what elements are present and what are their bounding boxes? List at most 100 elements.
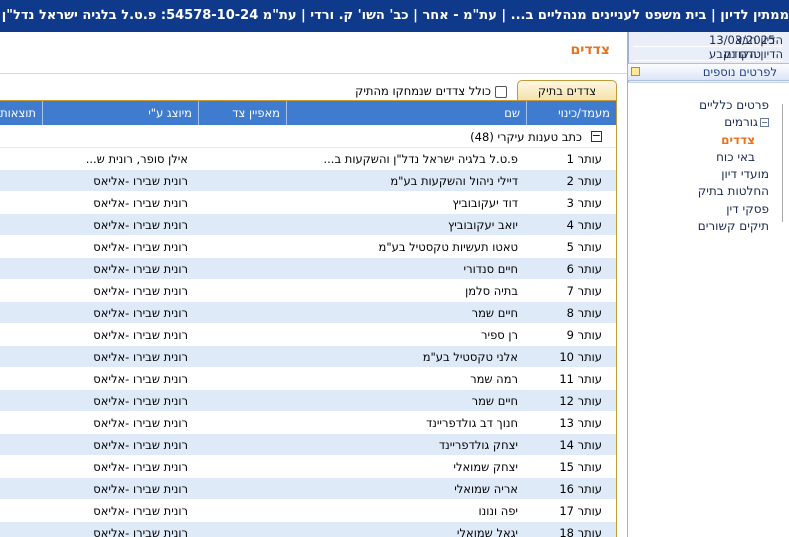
tree-item-label: באי כוח <box>716 149 755 164</box>
table-row[interactable]: עותר 2 דיילי ניהול והשקעות בע"מ רונית שביר… <box>0 170 616 192</box>
table-row[interactable]: עותר 3 דוד יעקובוביץ רונית שבירו -אליאס <box>0 192 616 214</box>
table-row[interactable]: עותר 5 טאטו תעשיות טקסטיל בע"מ רונית שבירו… <box>0 236 616 258</box>
cell-name: חיים סנדורי <box>463 262 519 276</box>
column-header-role[interactable]: מעמד/כינוי <box>526 101 616 125</box>
hearings-summary: הדיון הבא 13/03/2025 הדיון הקודם טרם נקב… <box>628 32 789 62</box>
cell-role: עותר 11 <box>559 372 602 386</box>
table-row[interactable]: עותר 11 רמה שמר רונית שבירו -אליאס <box>0 368 616 390</box>
cell-role: עותר 14 <box>559 438 602 452</box>
cell-role: עותר 2 <box>566 174 602 188</box>
table-row[interactable]: עותר 7 בתיה סלמן רונית שבירו -אליאס <box>0 280 616 302</box>
cell-party-attribute <box>186 368 286 390</box>
cell-role: עותר 8 <box>566 306 602 320</box>
cell-name: חנוך דב גולדפריינד <box>425 416 518 430</box>
checkbox-box[interactable] <box>495 85 507 98</box>
main-content: צדדים צדדים בתיק כולל צדדים שנמחקו מהתיק… <box>0 32 627 537</box>
table-row[interactable]: עותר 12 חיים שמר רונית שבירו -אליאס <box>0 390 616 412</box>
navigation-tree-panel: פרטים כלליים −גורמים צדדים באי כוח מועדי דיו… <box>628 82 789 537</box>
cell-name: חיים שמר <box>471 306 518 320</box>
prev-hearing-value: טרם נקבע <box>709 47 761 61</box>
navigation-tree: פרטים כלליים −גורמים צדדים באי כוח מועדי דיו… <box>641 97 781 235</box>
table-row[interactable]: עותר 15 יצחק שמואלי רונית שבירו -אליאס <box>0 456 616 478</box>
column-header-name[interactable]: שם <box>286 101 526 125</box>
cell-represented-by: רונית שבירו -אליאס <box>93 416 188 430</box>
tree-item[interactable]: פרטים כלליים <box>641 97 781 114</box>
tree-item-label: גורמים <box>724 115 758 130</box>
tree-item[interactable]: פסקי דין <box>641 201 781 218</box>
cell-party-attribute <box>186 500 286 522</box>
cell-role: עותר 4 <box>566 218 602 232</box>
table-row[interactable]: עותר 6 חיים סנדורי רונית שבירו -אליאס <box>0 258 616 280</box>
cell-party-attribute <box>186 236 286 258</box>
page-title: צדדים <box>570 42 610 58</box>
cell-name: אלני טקסטיל בע"מ <box>422 350 518 364</box>
cell-represented-by: רונית שבירו -אליאס <box>93 284 188 298</box>
cell-represented-by: רונית שבירו -אליאס <box>93 218 188 232</box>
table-row[interactable]: עותר 18 יגאל שמואלי רונית שבירו -אליאס <box>0 522 616 537</box>
cell-represented-by: רונית שבירו -אליאס <box>93 504 188 518</box>
cell-role: עותר 10 <box>559 350 602 364</box>
cell-role: עותר 6 <box>566 262 602 276</box>
window-title: ממתין לדיון | בית משפט לעניינים מנהליים … <box>0 8 789 23</box>
column-header-verdict-results[interactable]: תוצאות פסק <box>0 101 42 125</box>
tree-item-label: פרטים כלליים <box>699 98 769 112</box>
collapse-icon[interactable]: − <box>591 130 602 142</box>
cell-role: עותר 15 <box>559 460 602 474</box>
cell-name: פ.ט.ל בלגיה ישראל נדל"ן והשקעות ב... <box>323 152 518 166</box>
cell-party-attribute <box>186 258 286 280</box>
cell-role: עותר 18 <box>559 526 602 537</box>
tree-toggle-icon[interactable]: − <box>760 118 769 128</box>
table-row[interactable]: עותר 1 פ.ט.ל בלגיה ישראל נדל"ן והשקעות ב.… <box>0 148 616 170</box>
grid-rows: עותר 1 פ.ט.ל בלגיה ישראל נדל"ן והשקעות ב.… <box>0 148 616 537</box>
cell-represented-by: רונית שבירו -אליאס <box>93 372 188 386</box>
envelope-icon <box>631 67 640 76</box>
cell-role: עותר 1 <box>566 152 602 166</box>
tab-case-parties[interactable]: צדדים בתיק <box>517 80 617 102</box>
tree-item[interactable]: צדדים <box>641 132 781 149</box>
grid-header: מעמד/כינוי שם מאפיין צד מיוצג ע"י תוצאות… <box>0 101 616 125</box>
cell-name: בתיה סלמן <box>465 284 518 298</box>
tree-item[interactable]: באי כוח <box>641 149 781 166</box>
column-header-represented-by[interactable]: מיוצג ע"י <box>42 101 198 125</box>
cell-name: יצחק גולדפריינד <box>438 438 518 452</box>
cell-name: אריה שמואלי <box>454 482 518 496</box>
cell-party-attribute <box>186 456 286 478</box>
cell-party-attribute <box>186 148 286 170</box>
more-details-button[interactable]: לפרטים נוספים <box>628 63 789 81</box>
include-deleted-parties-checkbox[interactable]: כולל צדדים שנמחקו מהתיק <box>355 83 507 99</box>
window-title-bar: ממתין לדיון | בית משפט לעניינים מנהליים … <box>0 0 789 32</box>
include-deleted-parties-label: כולל צדדים שנמחקו מהתיק <box>355 84 491 98</box>
cell-party-attribute <box>186 522 286 537</box>
table-row[interactable]: עותר 13 חנוך דב גולדפריינד רונית שבירו -אל… <box>0 412 616 434</box>
group-row-main-pleading: − כתב טענות עיקרי (48) <box>0 126 616 148</box>
table-row[interactable]: עותר 9 רן ספיר רונית שבירו -אליאס <box>0 324 616 346</box>
cell-represented-by: רונית שבירו -אליאס <box>93 460 188 474</box>
group-label: כתב טענות עיקרי (48) <box>470 130 582 144</box>
tree-item-label: תיקים קשורים <box>697 219 769 234</box>
cell-party-attribute <box>186 324 286 346</box>
cell-role: עותר 16 <box>559 482 602 496</box>
cell-party-attribute <box>186 412 286 434</box>
cell-party-attribute <box>186 280 286 302</box>
cell-party-attribute <box>186 346 286 368</box>
tree-item[interactable]: החלטות בתיק <box>641 183 781 200</box>
cell-role: עותר 3 <box>566 196 602 210</box>
table-row[interactable]: עותר 10 אלני טקסטיל בע"מ רונית שבירו -אליא… <box>0 346 616 368</box>
tree-item-label: מועדי דיון <box>721 167 769 182</box>
cell-represented-by: רונית שבירו -אליאס <box>93 306 188 320</box>
table-row[interactable]: עותר 8 חיים שמר רונית שבירו -אליאס <box>0 302 616 324</box>
tree-item-label: החלטות בתיק <box>697 184 769 199</box>
table-row[interactable]: עותר 16 אריה שמואלי רונית שבירו -אליאס <box>0 478 616 500</box>
column-header-party-attribute[interactable]: מאפיין צד <box>198 101 286 125</box>
cell-name: יפה ונונו <box>478 504 518 518</box>
table-row[interactable]: עותר 14 יצחק גולדפריינד רונית שבירו -אליאס <box>0 434 616 456</box>
table-row[interactable]: עותר 17 יפה ונונו רונית שבירו -אליאס <box>0 500 616 522</box>
tree-item[interactable]: −גורמים <box>641 114 781 131</box>
tree-item[interactable]: מועדי דיון <box>641 166 781 183</box>
cell-represented-by: רונית שבירו -אליאס <box>93 394 188 408</box>
side-panel: הדיון הבא 13/03/2025 הדיון הקודם טרם נקב… <box>628 32 789 537</box>
more-details-label: לפרטים נוספים <box>702 65 777 79</box>
tree-item[interactable]: תיקים קשורים <box>641 218 781 235</box>
cell-party-attribute <box>186 214 286 236</box>
table-row[interactable]: עותר 4 יואב יעקובוביץ רונית שבירו -אליאס <box>0 214 616 236</box>
